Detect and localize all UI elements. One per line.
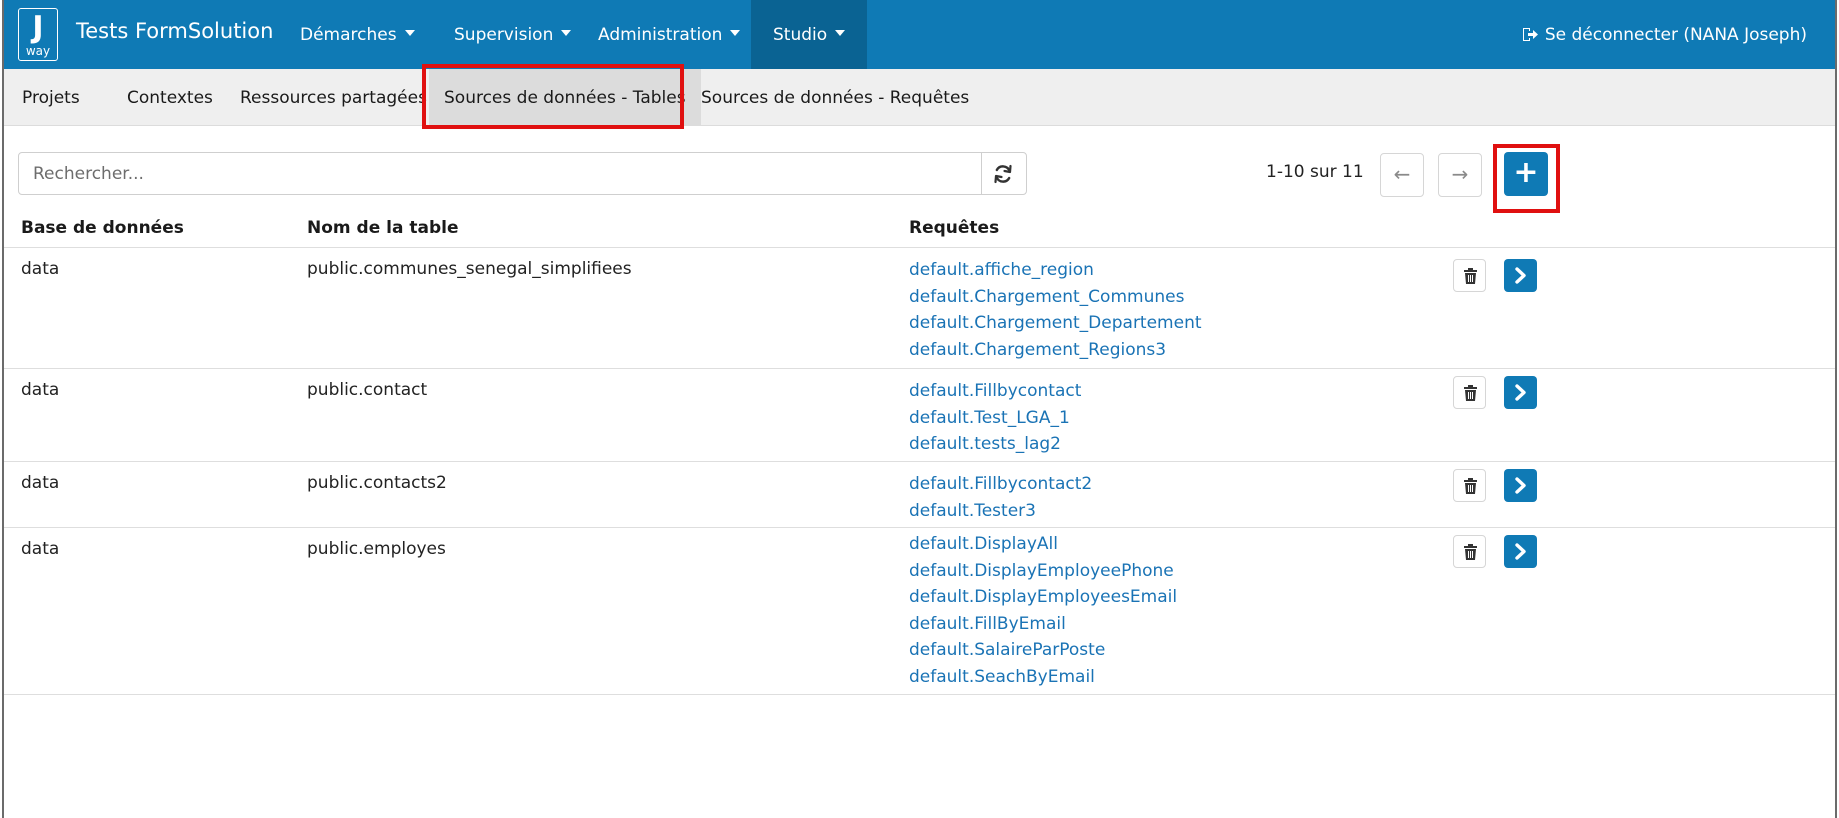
open-button[interactable] [1504, 535, 1537, 568]
tab-ressources-partagees[interactable]: Ressources partagées [240, 69, 427, 126]
query-link[interactable]: default.Test_LGA_1 [909, 405, 1081, 432]
nav-supervision[interactable]: Supervision [454, 0, 572, 69]
caret-down-icon [835, 29, 846, 36]
sign-out-icon [1522, 28, 1538, 41]
trash-icon [1464, 544, 1477, 560]
delete-button[interactable] [1453, 376, 1486, 409]
highlight-box-add-button [1493, 144, 1560, 213]
row-queries: default.Fillbycontact2 default.Tester3 [909, 471, 1092, 524]
nav-studio[interactable]: Studio [751, 0, 868, 69]
query-link[interactable]: default.Chargement_Departement [909, 310, 1202, 337]
tab-contextes[interactable]: Contextes [127, 69, 213, 126]
open-button[interactable] [1504, 259, 1537, 292]
row-divider [4, 694, 1835, 695]
app-window: J way Tests FormSolution Démarches Super… [2, 0, 1837, 818]
logo-letter: J [32, 10, 44, 45]
row-divider [4, 461, 1835, 462]
pagination-info: 1-10 sur 11 [1266, 162, 1364, 182]
delete-button[interactable] [1453, 469, 1486, 502]
query-link[interactable]: default.DisplayAll [909, 531, 1177, 558]
row-divider [4, 527, 1835, 528]
query-link[interactable]: default.affiche_region [909, 257, 1202, 284]
delete-button[interactable] [1453, 259, 1486, 292]
open-button[interactable] [1504, 469, 1537, 502]
logout-link[interactable]: Se déconnecter (NANA Joseph) [1522, 0, 1807, 69]
row-table-name: public.employes [307, 539, 446, 559]
trash-icon [1464, 478, 1477, 494]
row-database: data [21, 380, 60, 400]
jway-logo[interactable]: J way [18, 8, 58, 61]
col-header-database: Base de données [21, 218, 184, 238]
query-link[interactable]: default.SalaireParPoste [909, 637, 1177, 664]
search-input[interactable] [33, 153, 973, 194]
studio-subnav: Projets Contextes Ressources partagées S… [4, 69, 1835, 126]
nav-administration-label: Administration [598, 24, 723, 45]
chevron-right-icon [1515, 477, 1526, 494]
row-table-name: public.contacts2 [307, 473, 447, 493]
caret-down-icon [404, 29, 415, 36]
trash-icon [1464, 385, 1477, 401]
chevron-right-icon [1515, 267, 1526, 284]
caret-down-icon [561, 29, 572, 36]
delete-button[interactable] [1453, 535, 1486, 568]
row-database: data [21, 259, 60, 279]
query-link[interactable]: default.tests_lag2 [909, 431, 1081, 458]
trash-icon [1464, 268, 1477, 284]
row-divider [4, 368, 1835, 369]
next-page-button[interactable]: → [1438, 153, 1482, 197]
logo-sub: way [25, 44, 51, 58]
query-link[interactable]: default.Fillbycontact2 [909, 471, 1092, 498]
search-divider [981, 153, 982, 194]
query-link[interactable]: default.Chargement_Communes [909, 284, 1202, 311]
nav-demarches[interactable]: Démarches [300, 0, 415, 69]
col-header-table-name: Nom de la table [307, 218, 459, 238]
row-database: data [21, 473, 60, 493]
app-brand[interactable]: Tests FormSolution [76, 19, 273, 43]
col-header-queries: Requêtes [909, 218, 1000, 238]
tab-projets[interactable]: Projets [22, 69, 80, 126]
search-box [18, 152, 1027, 195]
nav-demarches-label: Démarches [300, 24, 397, 45]
query-link[interactable]: default.DisplayEmployeesEmail [909, 584, 1177, 611]
row-queries: default.affiche_region default.Chargemen… [909, 257, 1202, 363]
refresh-icon[interactable] [991, 162, 1015, 186]
query-link[interactable]: default.DisplayEmployeePhone [909, 558, 1177, 585]
logout-label: Se déconnecter (NANA Joseph) [1544, 24, 1807, 45]
row-queries: default.DisplayAll default.DisplayEmploy… [909, 531, 1177, 691]
chevron-right-icon [1515, 384, 1526, 401]
row-database: data [21, 539, 60, 559]
nav-supervision-label: Supervision [454, 24, 554, 45]
prev-page-button[interactable]: ← [1380, 153, 1424, 197]
query-link[interactable]: default.Chargement_Regions3 [909, 337, 1202, 364]
row-table-name: public.communes_senegal_simplifiees [307, 259, 632, 279]
highlight-box-tables-tab [422, 64, 684, 129]
chevron-right-icon [1515, 543, 1526, 560]
caret-down-icon [730, 29, 741, 36]
header-divider [4, 247, 1835, 248]
query-link[interactable]: default.SeachByEmail [909, 664, 1177, 691]
tab-sources-requetes[interactable]: Sources de données - Requêtes [701, 69, 969, 126]
row-table-name: public.contact [307, 380, 428, 400]
query-link[interactable]: default.FillByEmail [909, 611, 1177, 638]
query-link[interactable]: default.Tester3 [909, 498, 1092, 525]
nav-studio-label: Studio [773, 24, 828, 45]
query-link[interactable]: default.Fillbycontact [909, 378, 1081, 405]
nav-administration[interactable]: Administration [598, 0, 741, 69]
row-queries: default.Fillbycontact default.Test_LGA_1… [909, 378, 1081, 458]
top-navbar: J way Tests FormSolution Démarches Super… [4, 0, 1835, 69]
open-button[interactable] [1504, 376, 1537, 409]
